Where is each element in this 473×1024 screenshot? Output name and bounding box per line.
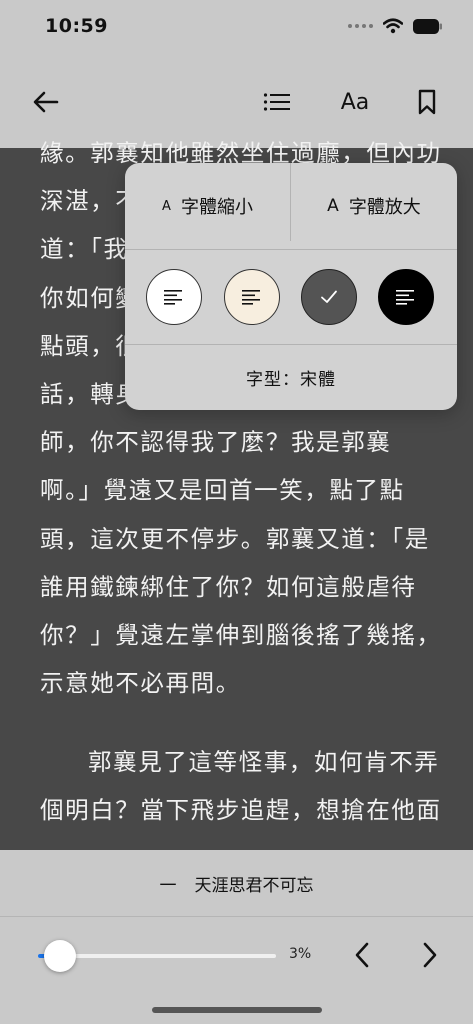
progress-label: 3% [289,946,312,962]
chapter-dash: 一 [159,875,177,896]
theme-white-button[interactable] [146,269,202,325]
home-indicator [152,1007,322,1013]
signal-icon [348,24,373,28]
text-line: 頭，這次更不停步。郭襄又道：「是 [40,524,430,553]
text-line: 啊。」覺遠又是回首一笑，點了點 [40,476,405,505]
progress-slider-thumb[interactable] [44,940,77,972]
list-icon [263,93,290,111]
bottom-bar: 3% [0,917,473,1024]
text-line: 你？」覺遠左掌伸到腦後搖了幾搖， [40,620,440,649]
text-line: 師，你不認得我了麼？我是郭襄 [40,428,392,457]
text-line: 郭襄見了這等怪事，如何肯不弄 [88,748,440,777]
status-bar: 10:59 [0,0,473,56]
bookmark-button[interactable] [405,80,449,124]
font-size-row: A 字體縮小 A 字體放大 [125,163,457,249]
status-time: 10:59 [45,15,108,37]
text-align-icon [396,290,414,305]
chapter-bar[interactable]: 一 天涯思君不可忘 [0,850,473,916]
font-face-selector[interactable]: 字型：宋體 [125,345,457,410]
theme-gray-button[interactable] [301,269,357,325]
font-settings-popover: A 字體縮小 A 字體放大 字型：宋體 [125,163,457,410]
bookmark-icon [418,89,436,115]
font-settings-button[interactable]: Aa [330,80,380,124]
previous-page-button[interactable] [344,935,380,975]
back-arrow-icon [33,91,59,113]
text-line: 示意她不必再問。 [40,669,241,698]
back-button[interactable] [24,80,68,124]
theme-black-button[interactable] [378,269,434,325]
wifi-icon [383,18,403,34]
chevron-right-icon [423,942,437,968]
divider [125,249,457,250]
increase-font-label: 字體放大 [348,197,421,218]
status-icons [348,18,443,34]
checkmark-icon [321,290,337,303]
text-line: 個明白？當下飛步追趕，想搶在他面 [40,796,440,825]
decrease-font-label: 字體縮小 [180,197,253,218]
next-page-button[interactable] [412,935,448,975]
small-a-icon: A [162,198,171,214]
battery-icon [413,18,442,34]
text-align-icon [164,290,182,305]
large-a-icon: A [327,196,339,216]
chapter-title: 天涯思君不可忘 [194,875,314,896]
chevron-left-icon [355,942,369,968]
theme-sepia-button[interactable] [224,269,280,325]
decrease-font-button[interactable]: A 字體縮小 [125,163,290,249]
increase-font-button[interactable]: A 字體放大 [291,163,457,249]
text-align-icon [242,290,260,305]
table-of-contents-button[interactable] [255,80,299,124]
text-line: 誰用鐵鍊綁住了你？如何這般虐待 [40,572,417,601]
